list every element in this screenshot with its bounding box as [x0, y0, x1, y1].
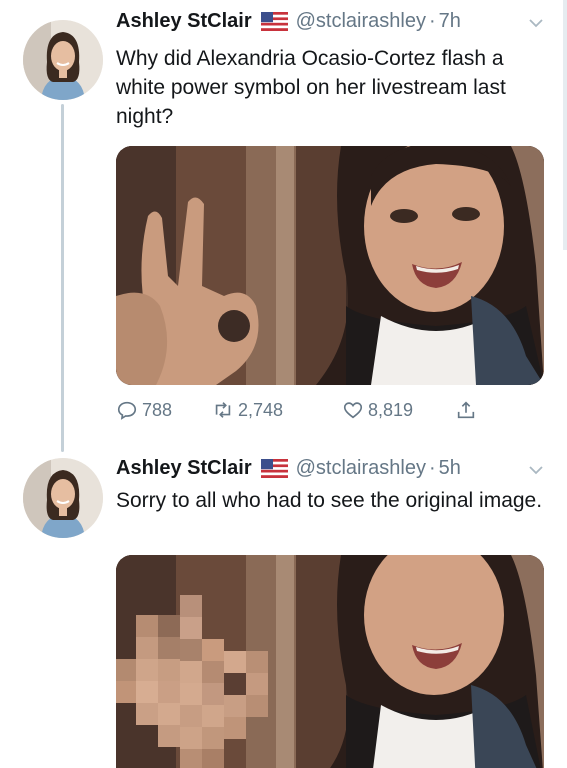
tweet-image[interactable] [116, 146, 544, 385]
timestamp[interactable]: 7h [439, 8, 461, 34]
share-icon [457, 401, 475, 419]
timestamp[interactable]: 5h [439, 455, 461, 481]
tweet-header: Ashley StClair @stclairashley · 5h [116, 455, 461, 481]
author-handle[interactable]: @stclairashley [296, 455, 426, 481]
author-name[interactable]: Ashley StClair [116, 8, 252, 34]
tweet-header: Ashley StClair @stclairashley · 7h [116, 8, 461, 34]
chevron-down-icon[interactable] [527, 14, 545, 32]
avatar[interactable] [23, 458, 103, 538]
reply-icon [117, 401, 137, 420]
avatar[interactable] [23, 20, 103, 100]
us-flag-icon [260, 11, 288, 31]
us-flag-icon [260, 458, 288, 478]
scrollbar-edge [563, 0, 567, 250]
retweet-button[interactable]: 2,748 [212, 399, 283, 421]
separator-dot: · [428, 457, 436, 479]
author-handle[interactable]: @stclairashley [296, 8, 426, 34]
retweet-icon [215, 402, 231, 418]
tweet-image[interactable] [116, 555, 544, 768]
share-button[interactable] [455, 399, 481, 421]
like-count: 8,819 [368, 399, 414, 420]
tweet-text: Sorry to all who had to see the original… [116, 489, 543, 512]
reply-button[interactable]: 788 [116, 399, 172, 421]
chevron-down-icon[interactable] [527, 461, 545, 479]
tweet-text: Why did Alexandria Ocasio-Cortez flash a… [116, 47, 506, 128]
retweet-count: 2,748 [238, 399, 284, 420]
heart-icon [343, 402, 363, 419]
author-name[interactable]: Ashley StClair [116, 455, 252, 481]
thread-connector-line [61, 104, 64, 452]
like-button[interactable]: 8,819 [342, 399, 413, 421]
separator-dot: · [428, 10, 436, 32]
reply-count: 788 [142, 399, 173, 420]
